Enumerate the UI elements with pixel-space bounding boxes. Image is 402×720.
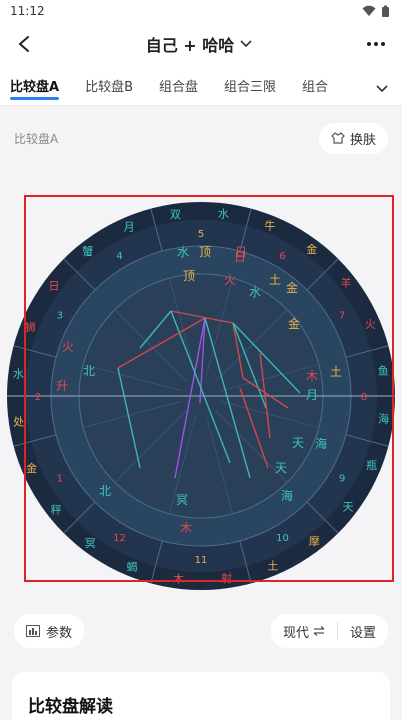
sign-glyph: 金 <box>306 242 317 256</box>
page-title: 自己 + 哈哈 <box>145 36 235 55</box>
sign-glyph: 狮 <box>25 321 36 334</box>
planet-glyph[interactable]: 北 <box>99 484 111 498</box>
chart-section-header: 比较盘A 换肤 <box>0 106 402 156</box>
planet-glyph[interactable]: 北 <box>83 364 95 378</box>
sign-glyph: 蝎 <box>127 561 138 574</box>
params-button[interactable]: 参数 <box>14 614 85 648</box>
mode-label: 现代 <box>282 625 309 641</box>
house-number: 5 <box>198 229 204 240</box>
house-number: 2 <box>35 392 41 403</box>
sign-glyph: 金 <box>26 461 37 475</box>
sign-glyph: 鱼 <box>378 363 389 377</box>
sign-glyph: 土 <box>267 559 278 572</box>
skin-label: 换肤 <box>349 132 376 148</box>
house-number: 6 <box>279 251 285 262</box>
planet-glyph[interactable]: 海 <box>315 436 327 451</box>
sign-glyph: 海 <box>378 411 389 425</box>
sign-glyph: 蟹 <box>82 244 93 258</box>
planet-glyph[interactable]: 顶 <box>183 269 195 283</box>
planet-glyph[interactable]: 金 <box>288 316 300 331</box>
house-number: 7 <box>339 311 345 322</box>
planet-glyph[interactable]: 冥 <box>176 493 188 507</box>
planet-glyph[interactable]: 火 <box>224 273 236 287</box>
sign-glyph: 羊 <box>340 276 351 290</box>
sign-glyph: 月 <box>124 221 135 234</box>
mode-toggle[interactable]: 现代 <box>271 614 337 648</box>
top-bar: 自己 + 哈哈 <box>0 22 402 66</box>
sign-glyph: 瓶 <box>366 458 377 472</box>
settings-button[interactable]: 设置 <box>338 614 388 648</box>
sign-glyph: 日 <box>49 279 60 292</box>
astro-chart[interactable]: 双水牛金羊火鱼海瓶天摩土射木蝎冥秤金处水狮日蟹月 1 2 3 4 5 6 7 8 9 10 11 12… <box>0 178 402 598</box>
sign-glyph: 水 <box>218 207 229 220</box>
house-number: 4 <box>116 251 122 262</box>
planet-glyph[interactable]: 火 <box>62 340 74 354</box>
status-bar: 11:12 <box>0 0 402 22</box>
planet-glyph[interactable]: 水 <box>177 245 189 259</box>
chart-selector[interactable]: 自己 + 哈哈 <box>146 32 253 56</box>
params-label: 参数 <box>46 625 73 641</box>
status-time: 11:12 <box>10 4 45 18</box>
sign-glyph: 秤 <box>51 503 62 516</box>
sign-glyph: 木 <box>173 573 184 586</box>
house-number: 9 <box>339 474 345 485</box>
reading-title: 比较盘解读 <box>28 697 113 717</box>
battery-icon <box>382 5 389 17</box>
chart-wheel[interactable]: 双水牛金羊火鱼海瓶天摩土射木蝎冥秤金处水狮日蟹月 123456789101112… <box>0 178 402 598</box>
planet-glyph[interactable]: 金 <box>286 280 298 295</box>
tab-compare-a[interactable]: 比较盘A <box>10 66 60 106</box>
reading-card[interactable]: 比较盘解读 <box>12 672 390 720</box>
section-title: 比较盘A <box>14 131 59 146</box>
planet-glyph[interactable]: 木 <box>180 521 192 535</box>
sign-glyph: 摩 <box>309 534 320 548</box>
tab-compare-b[interactable]: 比较盘B <box>85 66 133 106</box>
planet-glyph[interactable]: 土 <box>269 273 281 287</box>
sign-glyph: 双 <box>170 208 181 221</box>
house-number: 11 <box>195 555 208 566</box>
house-number: 12 <box>113 533 126 544</box>
planet-glyph[interactable]: 海 <box>281 488 293 503</box>
back-arrow-icon <box>18 36 29 52</box>
sign-glyph: 冥 <box>85 537 96 550</box>
sign-glyph: 牛 <box>264 218 275 232</box>
chart-toolbar: 参数 现代 设置 <box>0 614 402 648</box>
swap-icon <box>313 626 325 636</box>
sign-glyph: 火 <box>365 318 376 331</box>
chevron-down-icon <box>376 85 388 93</box>
house-number: 8 <box>361 392 367 403</box>
status-icons <box>362 5 390 18</box>
more-button[interactable] <box>362 41 390 47</box>
back-button[interactable] <box>12 32 36 56</box>
wifi-icon <box>362 5 376 16</box>
sign-glyph: 射 <box>221 571 232 585</box>
planet-glyph[interactable]: 土 <box>330 365 342 379</box>
mode-segment: 现代 设置 <box>270 614 388 648</box>
sign-glyph: 水 <box>13 368 24 381</box>
tab-composite-more[interactable]: 组合 <box>302 66 328 106</box>
chevron-down-icon <box>240 40 252 48</box>
planet-glyph[interactable]: 水 <box>249 285 261 299</box>
more-dots-icon <box>367 42 385 46</box>
tab-composite[interactable]: 组合盘 <box>159 66 198 106</box>
skin-icon <box>331 132 345 144</box>
planet-glyph[interactable]: 日 <box>235 245 247 259</box>
tabs-expand-button[interactable] <box>376 78 388 97</box>
tab-composite-tertiary[interactable]: 组合三限 <box>224 66 276 106</box>
tab-bar: 比较盘A 比较盘B 组合盘 组合三限 组合 <box>0 66 402 106</box>
planet-glyph[interactable]: 升 <box>56 379 68 393</box>
planet-glyph[interactable]: 月 <box>306 388 318 402</box>
params-chart-icon <box>26 625 40 637</box>
sign-glyph: 天 <box>342 501 353 514</box>
planet-glyph[interactable]: 天 <box>292 436 304 450</box>
planet-glyph[interactable]: 天 <box>275 461 287 475</box>
planet-glyph[interactable]: 木 <box>306 369 318 383</box>
house-number: 10 <box>276 533 289 544</box>
house-number: 3 <box>57 311 63 322</box>
planet-glyph[interactable]: 顶 <box>199 245 211 259</box>
house-number: 1 <box>57 474 63 485</box>
skin-button[interactable]: 换肤 <box>318 122 388 154</box>
sign-glyph: 处 <box>13 416 24 429</box>
